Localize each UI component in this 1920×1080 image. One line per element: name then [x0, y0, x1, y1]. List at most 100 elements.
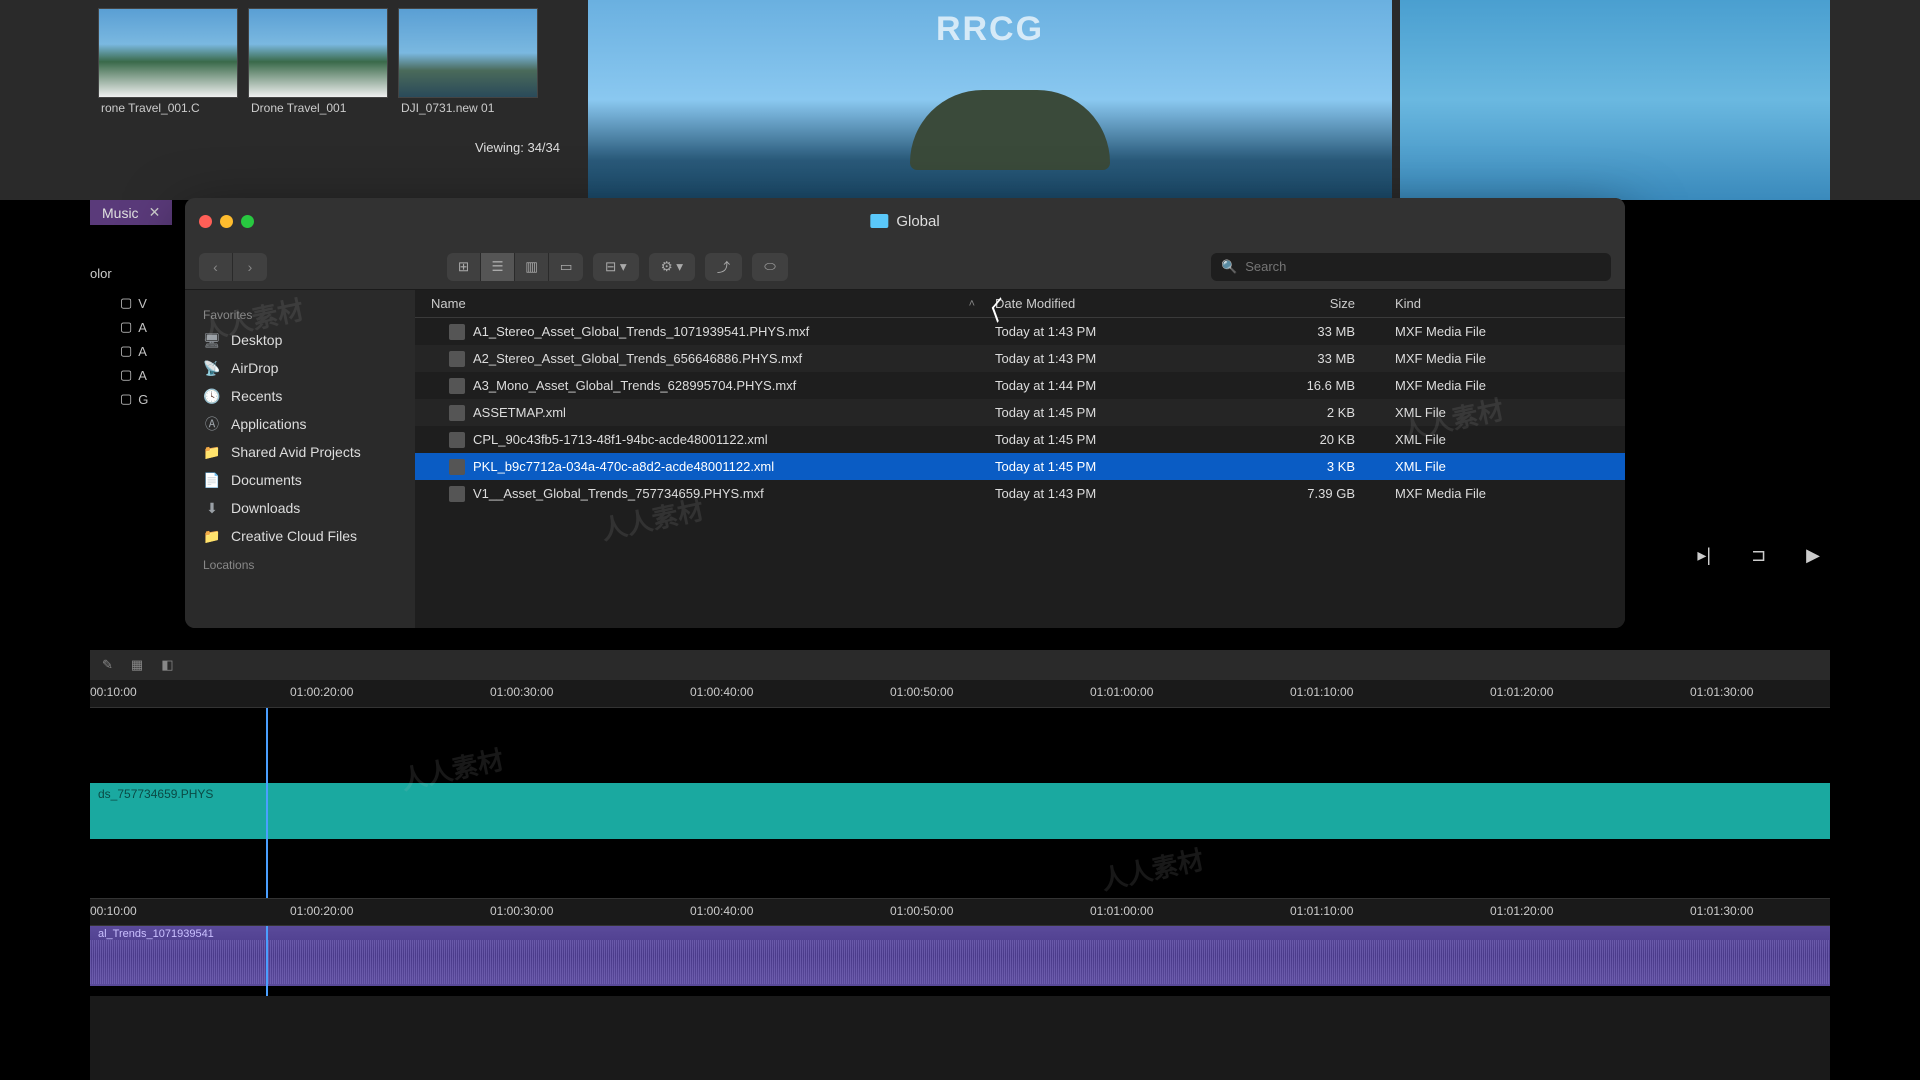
file-size: 16.6 MB — [1245, 378, 1385, 393]
sidebar-item-shared-avid-projects[interactable]: 📁Shared Avid Projects — [185, 438, 415, 466]
file-size: 33 MB — [1245, 324, 1385, 339]
sidebar-item-creative-cloud-files[interactable]: 📁Creative Cloud Files — [185, 522, 415, 550]
sidebar-item-downloads[interactable]: ⬇Downloads — [185, 494, 415, 522]
file-name: CPL_90c43fb5-1713-48f1-94bc-acde48001122… — [473, 432, 768, 447]
file-date: Today at 1:43 PM — [995, 324, 1245, 339]
source-viewer[interactable]: RRCG — [588, 0, 1392, 200]
gallery-view-button[interactable]: ▭ — [549, 253, 583, 281]
ruler-tick: 00:10:00 — [90, 685, 137, 699]
tool-icon[interactable]: ✎ — [102, 657, 113, 673]
name-column-header[interactable]: Name˄ — [415, 296, 995, 311]
file-row[interactable]: PKL_b9c7712a-034a-470c-a8d2-acde48001122… — [415, 453, 1625, 480]
sidebar-item-recents[interactable]: 🕓Recents — [185, 382, 415, 410]
playhead[interactable] — [266, 708, 268, 898]
file-name: A2_Stereo_Asset_Global_Trends_656646886.… — [473, 351, 802, 366]
record-viewer[interactable] — [1400, 0, 1830, 200]
date-column-header[interactable]: Date Modified — [995, 296, 1245, 311]
file-row[interactable]: A1_Stereo_Asset_Global_Trends_1071939541… — [415, 318, 1625, 345]
sidebar-item-icon: ⬇ — [203, 499, 221, 517]
timeline: ✎ ▦ ◧ 00:10:0001:00:20:0001:00:30:0001:0… — [90, 650, 1830, 1080]
ruler-tick: 01:00:40:00 — [690, 904, 753, 918]
mark-in-button[interactable]: ▸| — [1697, 545, 1711, 566]
file-name: V1__Asset_Global_Trends_757734659.PHYS.m… — [473, 486, 764, 501]
search-box[interactable]: 🔍 — [1211, 253, 1611, 281]
close-icon[interactable]: ✕ — [149, 204, 161, 221]
bin-thumb-2[interactable]: Drone Travel_001 — [248, 8, 388, 98]
viewing-count: Viewing: 34/34 — [475, 140, 560, 155]
file-row[interactable]: ASSETMAP.xmlToday at 1:45 PM2 KBXML File — [415, 399, 1625, 426]
sidebar-item-desktop[interactable]: 🖥Desktop — [185, 326, 415, 354]
file-icon — [449, 459, 465, 475]
column-headers: Name˄ Date Modified Size Kind — [415, 290, 1625, 318]
timeline-ruler-bottom[interactable]: 00:10:0001:00:20:0001:00:30:0001:00:40:0… — [90, 898, 1830, 926]
folder-icon — [870, 214, 888, 228]
watermark-text: RRCG — [936, 10, 1044, 49]
action-button[interactable]: ⚙ ▾ — [649, 253, 695, 281]
video-track[interactable]: ds_757734659.PHYS — [90, 708, 1830, 898]
sidebar-item-icon: Ⓐ — [203, 415, 221, 433]
bin-thumb-1[interactable]: rone Travel_001.C — [98, 8, 238, 98]
video-clip[interactable]: ds_757734659.PHYS — [90, 783, 1830, 839]
file-size: 20 KB — [1245, 432, 1385, 447]
finder-titlebar[interactable]: Global — [185, 198, 1625, 244]
forward-button[interactable]: › — [233, 253, 267, 281]
ruler-tick: 01:01:10:00 — [1290, 904, 1353, 918]
view-mode-segment: ⊞ ☰ ▥ ▭ — [447, 253, 583, 281]
window-title: Global — [870, 213, 939, 230]
finder-sidebar: Favorites 🖥Desktop📡AirDrop🕓RecentsⒶAppli… — [185, 290, 415, 628]
file-row[interactable]: A2_Stereo_Asset_Global_Trends_656646886.… — [415, 345, 1625, 372]
file-kind: MXF Media File — [1385, 351, 1625, 366]
tags-button[interactable]: ⬭ — [752, 253, 787, 281]
sidebar-item-icon: 📁 — [203, 443, 221, 461]
sidebar-item-icon: 📄 — [203, 471, 221, 489]
minimize-window-button[interactable] — [220, 215, 233, 228]
ruler-tick: 01:01:00:00 — [1090, 685, 1153, 699]
back-button[interactable]: ‹ — [199, 253, 233, 281]
file-date: Today at 1:43 PM — [995, 351, 1245, 366]
thumb-label: Drone Travel_001 — [251, 101, 387, 115]
file-size: 3 KB — [1245, 459, 1385, 474]
file-kind: MXF Media File — [1385, 486, 1625, 501]
file-date: Today at 1:45 PM — [995, 432, 1245, 447]
audio-track[interactable]: al_Trends_1071939541 — [90, 926, 1830, 996]
window-controls — [199, 215, 254, 228]
file-size: 2 KB — [1245, 405, 1385, 420]
close-window-button[interactable] — [199, 215, 212, 228]
tool-icon[interactable]: ◧ — [161, 657, 173, 673]
tool-icon[interactable]: ▦ — [131, 657, 143, 673]
timeline-toolbar: ✎ ▦ ◧ — [90, 650, 1830, 680]
sidebar-item-airdrop[interactable]: 📡AirDrop — [185, 354, 415, 382]
file-name: A1_Stereo_Asset_Global_Trends_1071939541… — [473, 324, 809, 339]
size-column-header[interactable]: Size — [1245, 296, 1385, 311]
icon-view-button[interactable]: ⊞ — [447, 253, 481, 281]
sidebar-item-applications[interactable]: ⒶApplications — [185, 410, 415, 438]
play-button[interactable]: ▶ — [1806, 545, 1820, 566]
kind-column-header[interactable]: Kind — [1385, 296, 1625, 311]
file-list-area: Name˄ Date Modified Size Kind A1_Stereo_… — [415, 290, 1625, 628]
clip-label: al_Trends_1071939541 — [98, 928, 214, 940]
ruler-tick: 01:01:00:00 — [1090, 904, 1153, 918]
mark-clip-button[interactable]: ⊐ — [1751, 545, 1766, 566]
file-row[interactable]: V1__Asset_Global_Trends_757734659.PHYS.m… — [415, 480, 1625, 507]
file-date: Today at 1:45 PM — [995, 405, 1245, 420]
arrange-button[interactable]: ⊟ ▾ — [593, 253, 639, 281]
color-label: olor — [90, 266, 112, 281]
music-tab[interactable]: Music ✕ — [90, 200, 172, 225]
sidebar-item-label: Documents — [231, 472, 302, 488]
list-view-button[interactable]: ☰ — [481, 253, 515, 281]
audio-clip[interactable]: al_Trends_1071939541 — [90, 926, 1830, 986]
bin-thumb-3[interactable]: DJI_0731.new 01 — [398, 8, 538, 98]
sidebar-item-label: Creative Cloud Files — [231, 528, 357, 544]
timeline-ruler-top[interactable]: 00:10:0001:00:20:0001:00:30:0001:00:40:0… — [90, 680, 1830, 708]
track-labels: ▢V ▢A ▢A ▢A ▢G — [120, 295, 148, 407]
column-view-button[interactable]: ▥ — [515, 253, 549, 281]
file-row[interactable]: CPL_90c43fb5-1713-48f1-94bc-acde48001122… — [415, 426, 1625, 453]
playhead[interactable] — [266, 926, 268, 996]
search-input[interactable] — [1245, 259, 1601, 274]
share-button[interactable]: ⤴ — [705, 253, 742, 281]
file-row[interactable]: A3_Mono_Asset_Global_Trends_628995704.PH… — [415, 372, 1625, 399]
zoom-window-button[interactable] — [241, 215, 254, 228]
waveform — [90, 940, 1830, 984]
sidebar-item-documents[interactable]: 📄 Documents — [185, 466, 415, 494]
file-icon — [449, 486, 465, 502]
